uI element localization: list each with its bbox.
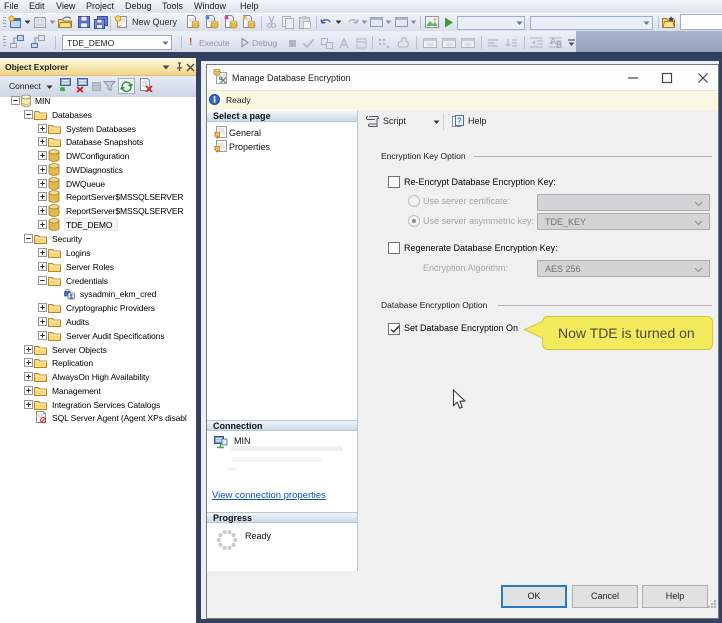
svg-text:?: ?: [457, 117, 462, 126]
svg-text:Now TDE is turned on: Now TDE is turned on: [558, 325, 695, 341]
svg-text:B: B: [556, 40, 562, 49]
